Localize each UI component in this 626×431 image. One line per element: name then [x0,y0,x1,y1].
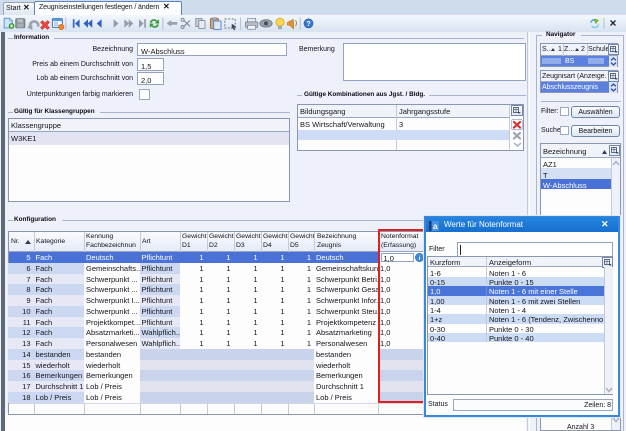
svg-text:?: ? [306,21,310,28]
svg-text:a: a [433,221,438,231]
